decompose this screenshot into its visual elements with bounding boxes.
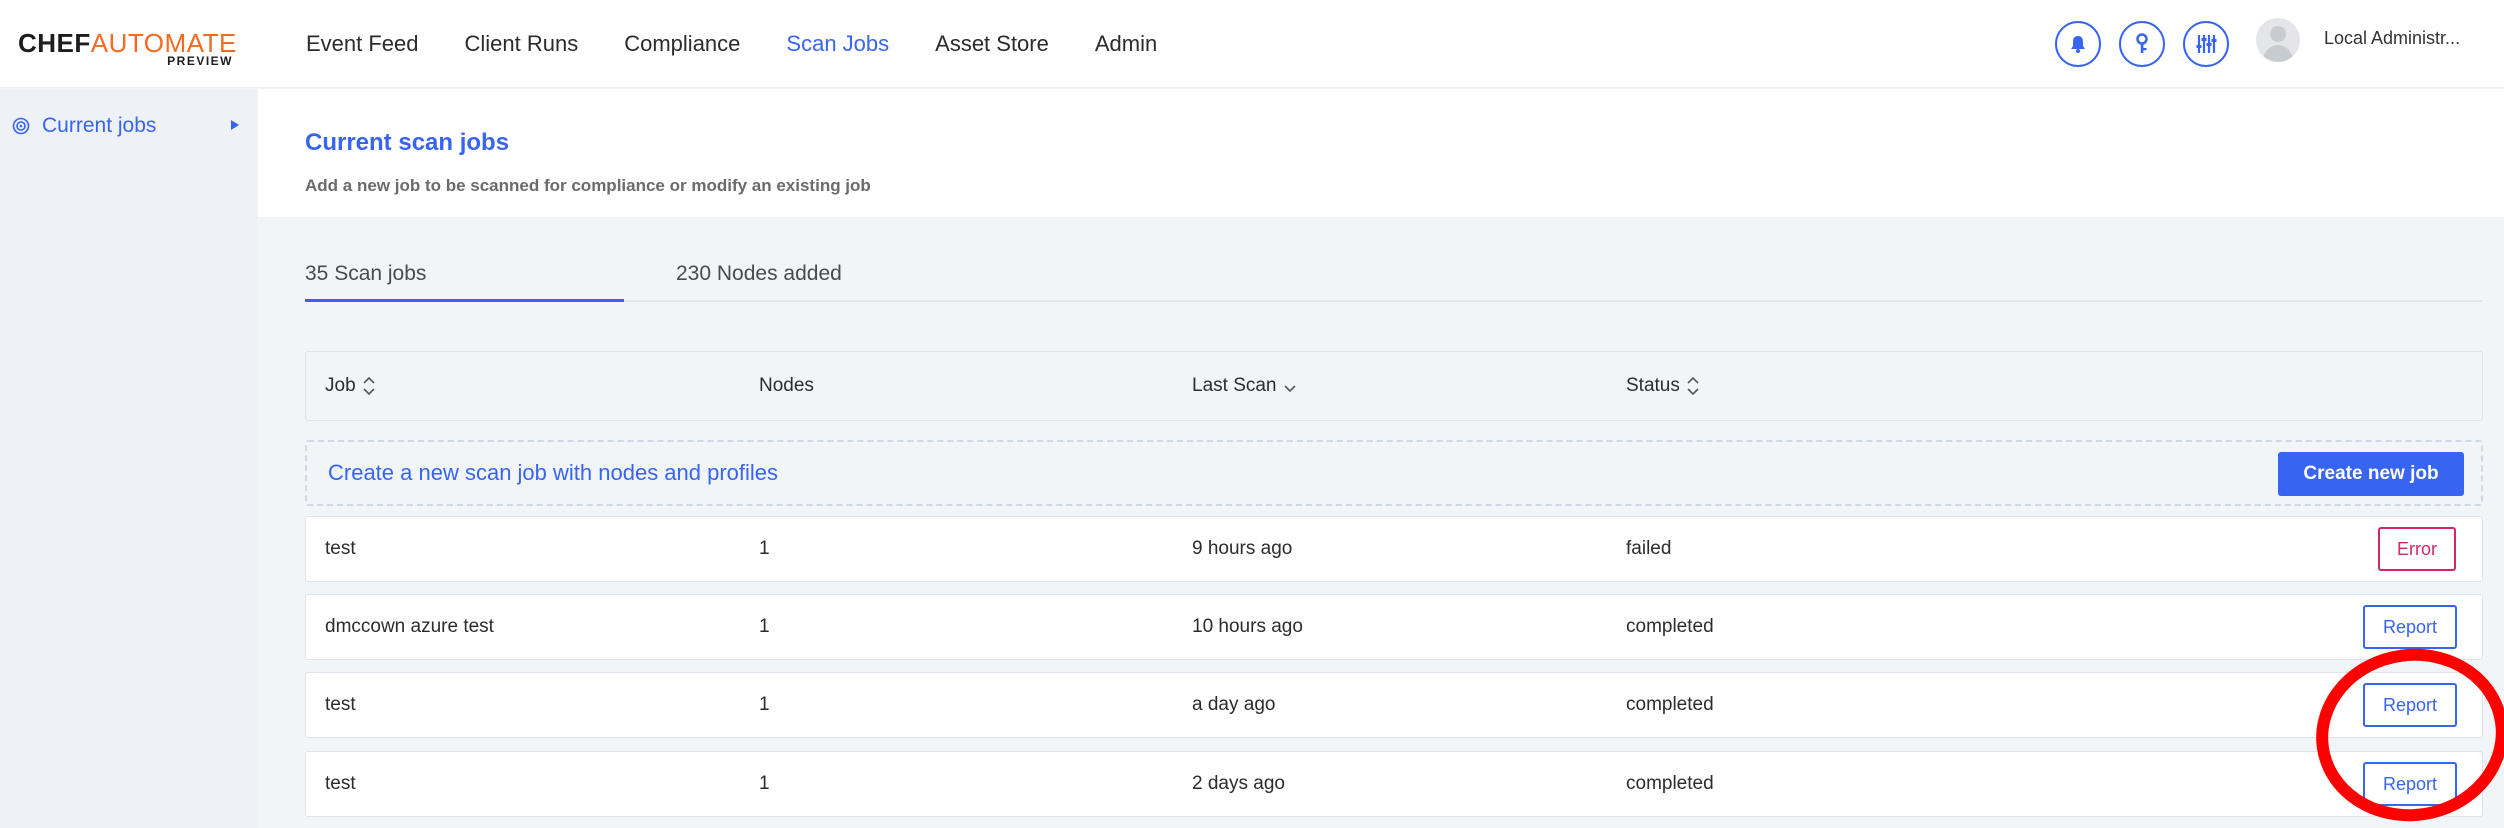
sidebar-item-label: Current jobs: [42, 114, 157, 137]
job-status: completed: [1626, 694, 1714, 715]
tab-bar: 35 Scan jobs 230 Nodes added: [305, 252, 2482, 302]
tab-nodes-added[interactable]: 230 Nodes added: [676, 262, 842, 286]
radar-icon: [12, 117, 30, 135]
node-count: 1: [759, 694, 770, 715]
job-status: completed: [1626, 616, 1714, 637]
chef-automate-logo[interactable]: CHEFAUTOMATE PREVIEW: [18, 28, 243, 72]
node-count: 1: [759, 773, 770, 794]
bell-icon: [2071, 36, 2085, 53]
table-header: Job Nodes Last Scan Status: [305, 351, 2483, 421]
job-name: test: [325, 773, 356, 794]
last-scan: 9 hours ago: [1192, 538, 1293, 559]
table-row[interactable]: test 1 9 hours ago failed Error: [305, 516, 2483, 582]
job-name: test: [325, 694, 356, 715]
settings-button[interactable]: [2183, 21, 2229, 67]
sidebar-item-current-jobs[interactable]: Current jobs: [12, 111, 244, 141]
sort-icon: [1687, 376, 1699, 396]
column-header-last-scan[interactable]: Last Scan: [1192, 375, 1297, 397]
nav-asset-store[interactable]: Asset Store: [935, 31, 1049, 57]
job-status: completed: [1626, 773, 1714, 794]
sort-desc-icon: [1283, 385, 1296, 393]
nav-client-runs[interactable]: Client Runs: [465, 31, 579, 57]
column-label: Status: [1626, 375, 1680, 396]
error-button[interactable]: Error: [2378, 527, 2456, 571]
logo-chef-text: CHEF: [18, 28, 91, 58]
column-label: Last Scan: [1192, 375, 1277, 396]
report-button[interactable]: Report: [2363, 762, 2457, 806]
user-avatar[interactable]: [2256, 18, 2300, 62]
page-subtitle: Add a new job to be scanned for complian…: [305, 176, 871, 195]
job-name: test: [325, 538, 356, 559]
sort-icon: [363, 376, 375, 396]
column-header-status[interactable]: Status: [1626, 375, 1700, 397]
last-scan: 2 days ago: [1192, 773, 1285, 794]
key-icon: [2136, 33, 2148, 53]
page-title: Current scan jobs: [305, 129, 510, 156]
column-label: Job: [325, 375, 356, 396]
node-count: 1: [759, 538, 770, 559]
create-job-row: Create a new scan job with nodes and pro…: [305, 440, 2483, 506]
report-button[interactable]: Report: [2363, 605, 2457, 649]
sliders-icon: [2196, 35, 2217, 53]
sidebar: Current jobs: [0, 89, 258, 828]
nav-scan-jobs[interactable]: Scan Jobs: [786, 31, 889, 57]
last-scan: 10 hours ago: [1192, 616, 1303, 637]
report-button[interactable]: Report: [2363, 683, 2457, 727]
user-silhouette-icon: [2262, 26, 2294, 62]
column-label: Nodes: [759, 375, 814, 396]
table-row[interactable]: test 1 a day ago completed Report: [305, 672, 2483, 738]
main-nav: Event Feed Client Runs Compliance Scan J…: [306, 0, 1203, 88]
last-scan: a day ago: [1192, 694, 1276, 715]
caret-right-icon: [231, 120, 239, 130]
nav-admin[interactable]: Admin: [1095, 31, 1157, 57]
job-status: failed: [1626, 538, 1672, 559]
api-keys-button[interactable]: [2119, 21, 2165, 67]
table-row[interactable]: dmccown azure test 1 10 hours ago comple…: [305, 594, 2483, 660]
create-new-job-button[interactable]: Create new job: [2278, 452, 2464, 496]
page-header: Current scan jobs Add a new job to be sc…: [258, 89, 2504, 217]
tab-scan-jobs[interactable]: 35 Scan jobs: [305, 262, 426, 286]
table-row[interactable]: test 1 2 days ago completed Report: [305, 751, 2483, 817]
user-name[interactable]: Local Administr...: [2324, 28, 2460, 49]
nav-compliance[interactable]: Compliance: [624, 31, 740, 57]
create-scan-job-link[interactable]: Create a new scan job with nodes and pro…: [328, 460, 778, 486]
job-name: dmccown azure test: [325, 616, 494, 637]
logo-edition-text: PREVIEW: [167, 54, 233, 68]
top-navbar: CHEFAUTOMATE PREVIEW Event Feed Client R…: [0, 0, 2504, 88]
column-header-job[interactable]: Job: [325, 375, 376, 397]
nav-event-feed[interactable]: Event Feed: [306, 31, 419, 57]
notifications-button[interactable]: [2055, 21, 2101, 67]
column-header-nodes: Nodes: [759, 375, 814, 397]
node-count: 1: [759, 616, 770, 637]
active-tab-indicator: [305, 299, 624, 302]
